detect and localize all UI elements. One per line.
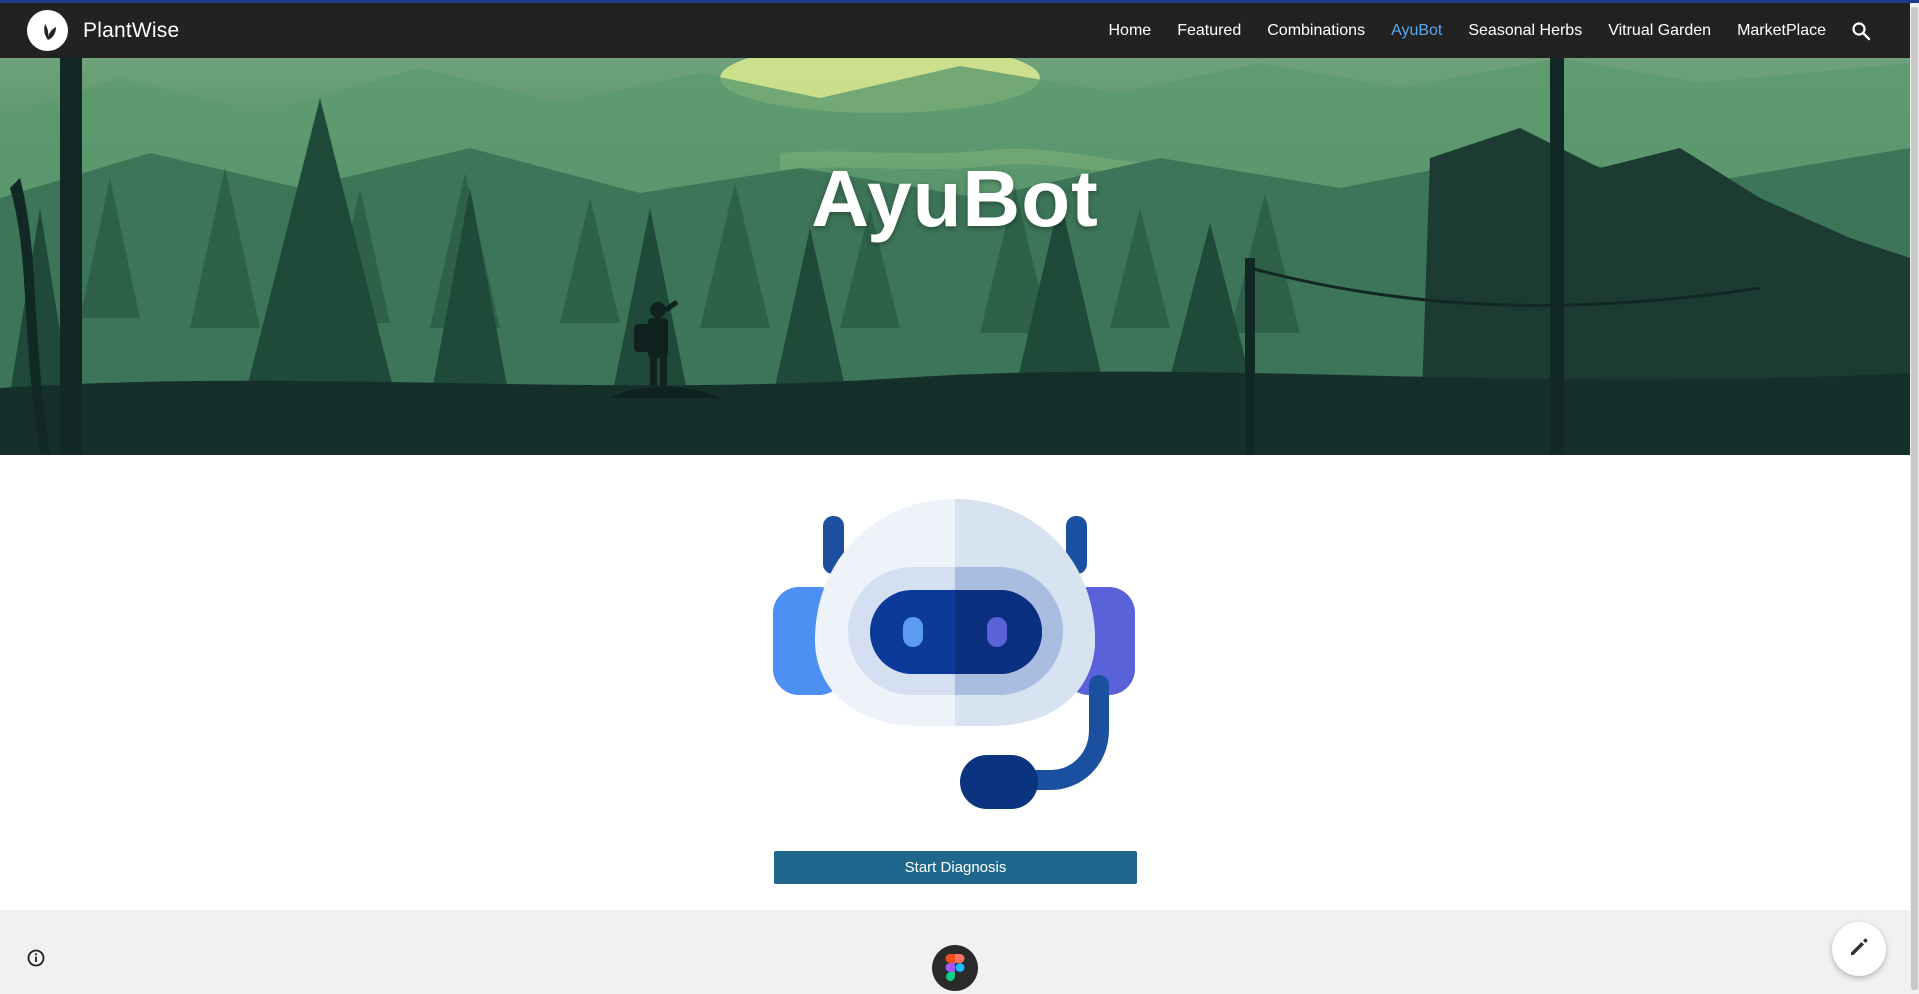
nav-item-combinations[interactable]: Combinations: [1267, 22, 1365, 40]
forest-landscape-image: [0, 58, 1910, 455]
search-icon[interactable]: [1850, 20, 1872, 42]
nav-links: Home Featured Combinations AyuBot Season…: [1083, 3, 1873, 58]
nav-item-ayubot[interactable]: AyuBot: [1391, 22, 1442, 40]
page: PlantWise Home Featured Combinations Ayu…: [0, 0, 1919, 994]
leaf-icon[interactable]: [27, 10, 68, 51]
nav-item-virtual-garden[interactable]: Vitrual Garden: [1608, 22, 1711, 40]
hero-banner: AyuBot: [0, 58, 1910, 455]
figma-icon[interactable]: [932, 945, 978, 991]
nav-item-marketplace[interactable]: MarketPlace: [1737, 22, 1826, 40]
scrollbar[interactable]: [1910, 3, 1919, 994]
edit-button[interactable]: [1832, 922, 1886, 976]
robot-headset-icon: [773, 499, 1135, 809]
scrollbar-thumb[interactable]: [1911, 7, 1918, 990]
nav-item-seasonal-herbs[interactable]: Seasonal Herbs: [1468, 22, 1582, 40]
hero-title: AyuBot: [811, 154, 1099, 243]
start-diagnosis-button[interactable]: Start Diagnosis: [774, 851, 1137, 884]
info-icon[interactable]: [26, 948, 46, 968]
nav-item-featured[interactable]: Featured: [1177, 22, 1241, 40]
pencil-icon: [1848, 936, 1870, 963]
brand-name[interactable]: PlantWise: [83, 19, 179, 43]
navbar: PlantWise Home Featured Combinations Ayu…: [0, 3, 1910, 58]
nav-item-home[interactable]: Home: [1109, 22, 1152, 40]
